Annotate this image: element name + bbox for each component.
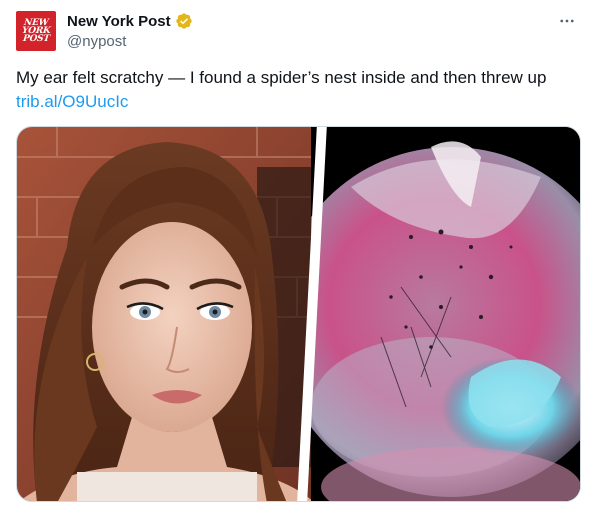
portrait-photo[interactable]	[17, 127, 315, 501]
tweet-card: NEW YORK POST New York Post @nypost My e…	[0, 0, 596, 517]
more-dots-glyph	[560, 19, 574, 23]
tweet-text: My ear felt scratchy — I found a spider’…	[16, 68, 547, 87]
more-horizontal-icon[interactable]	[556, 10, 578, 32]
ear-scope-photo-art	[311, 127, 580, 501]
display-name[interactable]: New York Post	[67, 13, 171, 30]
portrait-photo-art	[17, 127, 315, 501]
ear-scope-photo[interactable]	[311, 127, 580, 501]
verified-badge-icon	[175, 13, 192, 29]
tweet-link[interactable]: trib.al/O9UucIc	[16, 90, 128, 113]
handle[interactable]: @nypost	[67, 33, 193, 50]
name-row: New York Post	[67, 11, 193, 31]
tweet-media[interactable]	[16, 126, 581, 502]
avatar-logo-line-3: POST	[22, 34, 50, 44]
tweet-header: New York Post @nypost	[67, 11, 193, 50]
avatar[interactable]: NEW YORK POST	[16, 11, 56, 51]
